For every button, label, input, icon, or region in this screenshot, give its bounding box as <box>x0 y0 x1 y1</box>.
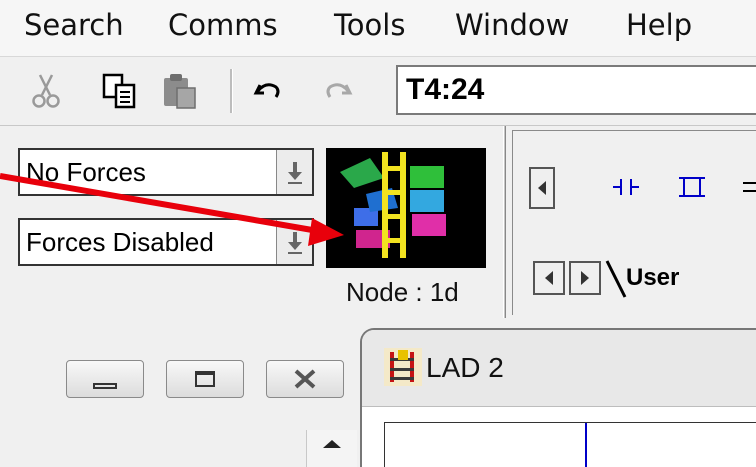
workspace: LAD 2 <box>0 318 756 467</box>
menu-comms[interactable]: Comms <box>168 8 278 42</box>
lad2-title-bar[interactable]: LAD 2 <box>362 330 756 407</box>
restore-icon <box>195 371 215 387</box>
forces-enable-select[interactable]: Forces Disabled <box>18 218 314 266</box>
redo-icon[interactable] <box>318 71 358 111</box>
lad2-window[interactable]: LAD 2 <box>360 328 756 467</box>
address-value: T4:24 <box>406 73 485 106</box>
tab-scroll-left-button[interactable] <box>533 261 565 295</box>
cut-icon[interactable] <box>26 71 66 111</box>
screen: Search Comms Tools Window Help T4:24 No … <box>0 0 756 467</box>
scrollbar[interactable] <box>306 430 357 467</box>
power-rail <box>585 423 587 467</box>
tab-edge <box>605 260 627 298</box>
tab-user[interactable]: User <box>626 264 679 292</box>
close-button[interactable] <box>266 360 344 398</box>
copy-icon[interactable] <box>100 71 140 111</box>
address-input[interactable]: T4:24 <box>396 65 756 115</box>
contact-instruction-icon[interactable] <box>611 175 641 199</box>
minimize-button[interactable] <box>66 360 144 398</box>
paste-icon[interactable] <box>160 71 200 111</box>
arrow-down-icon[interactable] <box>276 220 312 264</box>
toolbar: T4:24 <box>0 57 756 126</box>
ladder-editor[interactable] <box>384 422 756 467</box>
close-icon <box>294 369 316 389</box>
arrow-down-icon[interactable] <box>276 150 312 194</box>
minimize-icon <box>93 383 117 389</box>
menu-tools[interactable]: Tools <box>334 8 405 42</box>
restore-button[interactable] <box>166 360 244 398</box>
toolbar-separator <box>230 69 233 113</box>
forces-select-value: No Forces <box>26 157 146 187</box>
menu-window[interactable]: Window <box>455 8 569 42</box>
undo-icon[interactable] <box>248 71 288 111</box>
scroll-up-icon[interactable] <box>307 430 357 460</box>
menu-bar: Search Comms Tools Window Help <box>0 0 756 57</box>
online-panel: No Forces Forces Disabled Node: 1d User <box>0 126 756 319</box>
menu-search[interactable]: Search <box>24 8 124 42</box>
more-instruction-icon[interactable] <box>739 175 756 199</box>
node-label: Node : 1d <box>346 277 459 307</box>
forces-select[interactable]: No Forces <box>18 148 314 196</box>
tab-scroll-right-button[interactable] <box>569 261 601 295</box>
forces-enable-select-value: Forces Disabled <box>26 227 214 257</box>
menu-help[interactable]: Help <box>626 8 692 42</box>
panel-separator <box>503 126 506 318</box>
ladder-logo-icon <box>326 148 486 268</box>
scroll-left-button[interactable] <box>529 167 555 209</box>
branch-instruction-icon[interactable] <box>677 175 707 199</box>
ladder-file-icon <box>384 348 422 386</box>
lad2-title: LAD 2 <box>426 352 504 383</box>
